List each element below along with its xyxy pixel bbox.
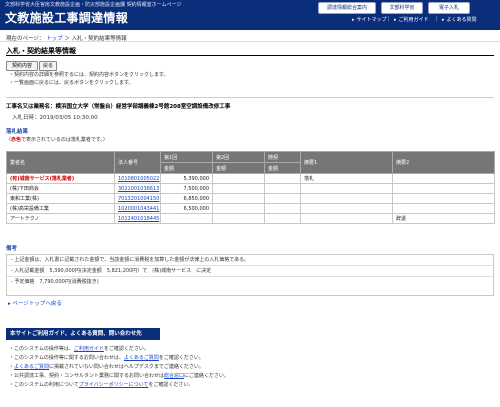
nav-separator: | (436, 16, 438, 22)
corp-number-link[interactable]: 3021001036613 (114, 183, 161, 194)
arrow-right-icon: ▸ (394, 17, 397, 23)
ministry-label: 文部科学省大臣官房文教施設企画・防災部施設企画課 契約情報室ホームページ (5, 2, 182, 8)
negotiated-amount (264, 213, 301, 224)
round2-amount (212, 193, 265, 204)
nav-sitemap[interactable]: ▸ サイトマップ (352, 16, 387, 23)
procurement-info-button[interactable]: 調達情報総合案内 (318, 2, 376, 14)
company-name: (株)下田商会 (6, 183, 115, 194)
arrow-right-icon: ▸ (352, 17, 355, 23)
table-row: 東和工業(株) 7013201004150 6,850,000 (6, 193, 495, 204)
footer-link[interactable]: プライバシーポリシーについて (79, 382, 149, 388)
col-header-company: 業者名 (6, 151, 115, 174)
company-name: (有)城南サービス(落札業者) (6, 173, 115, 184)
col-subheader-amount: 金額 (264, 162, 301, 174)
site-title[interactable]: 文教施設工事調達情報 (5, 9, 128, 26)
company-name: 東和工業(株) (6, 193, 115, 204)
arrow-right-icon: ▸ (442, 17, 445, 23)
contract-details-button[interactable]: 契約内容 (6, 61, 38, 71)
col-header-round2: 第2回 (212, 151, 265, 163)
project-name: 工事名又は業務名：横浜国立大学（常盤台）経営学部講義棟2号館208室空調設備改修… (6, 104, 231, 110)
remark2-cell (392, 203, 495, 214)
col-header-remark1: 摘要1 (300, 151, 393, 174)
table-row: (株)高栄設備工業 1020001043441 6,500,000 (6, 203, 495, 214)
footer-line: ・このシステムの利用についてプライバシーポリシーについてをご確認ください。 (9, 382, 194, 388)
table-row: アートテクノ 1012401018445 辞退 (6, 213, 495, 224)
col-header-negotiated: 随契 (264, 151, 301, 163)
round2-amount (212, 213, 265, 224)
footer-link[interactable]: 総合窓口 (164, 373, 184, 379)
remark2-cell: 辞退 (392, 213, 495, 224)
nav-separator: | (388, 16, 390, 22)
footer-line: ・公共調達工事、契約・コンサルタント業務に関するお問い合わせは総合窓口にご連絡く… (9, 373, 229, 379)
remark1-cell (300, 183, 393, 194)
negotiated-amount (264, 203, 301, 214)
round1-amount: 6,500,000 (160, 203, 213, 214)
round1-amount (160, 213, 213, 224)
instruction-text: ・一覧画面に戻るには、戻るボタンをクリックします。 (9, 80, 134, 86)
nav-faq[interactable]: ▸ よくある質問 (442, 16, 477, 23)
remark-line: - 入札記載金額 5,390,000円(決定金額 5,821,200円）で (株… (7, 266, 493, 277)
col-header-corp-number: 法人番号 (114, 151, 161, 174)
round2-amount (212, 183, 265, 194)
corp-number-link[interactable]: 1020001043441 (114, 203, 161, 214)
remark-line: - 上記金額は、入札書に記載された金額で、当該金額に消費税を加算した金額が法律上… (7, 255, 493, 266)
results-heading: 落札結果 (6, 129, 29, 135)
remark2-cell (392, 183, 495, 194)
bid-date: 入札日時：2019/03/05 10:30:00 (12, 115, 98, 121)
divider (6, 55, 494, 56)
remark2-cell (392, 173, 495, 184)
divider (6, 97, 494, 98)
nav-guide[interactable]: ▸ ご利用ガイド (394, 16, 429, 23)
col-subheader-amount: 金額 (212, 162, 265, 174)
site-header: 文部科学省大臣官房文教施設企画・防災部施設企画課 契約情報室ホームページ 文教施… (0, 0, 500, 30)
round2-amount (212, 173, 265, 184)
back-button[interactable]: 戻る (39, 61, 57, 71)
footer-link[interactable]: よくあるご質問 (124, 355, 159, 361)
remark1-cell: 落札 (300, 173, 393, 184)
footer-line: ・このシステムの操作等に関するお問い合わせは、よくあるご質問をご確認ください。 (9, 355, 204, 361)
remark2-cell (392, 193, 495, 204)
remarks-box: - 上記金額は、入札書に記載された金額で、当該金額に消費税を加算した金額が法律上… (6, 254, 494, 296)
mext-button[interactable]: 文部科学省 (381, 2, 423, 14)
company-name: アートテクノ (6, 213, 115, 224)
e-bidding-button[interactable]: 電子入札 (428, 2, 470, 14)
round1-amount: 6,850,000 (160, 193, 213, 204)
company-name: (株)高栄設備工業 (6, 203, 115, 214)
footer-link[interactable]: ご利用ガイド (74, 346, 104, 352)
page-top-link[interactable]: ▸ ページトップへ戻る (8, 299, 62, 307)
col-subheader-amount: 金額 (160, 162, 213, 174)
footer-line: ・よくあるご質問に掲載されていない問い合わせはヘルプデスクまでご連絡ください。 (9, 364, 204, 370)
footer-line: ・このシステムの操作等は、ご利用ガイドをご確認ください。 (9, 346, 149, 352)
divider (0, 41, 500, 42)
col-header-round1: 第1回 (160, 151, 213, 163)
remark1-cell (300, 193, 393, 204)
remarks-heading: 備考 (6, 246, 18, 252)
negotiated-amount (264, 193, 301, 204)
table-row: (株)下田商会 3021001036613 7,500,000 (6, 183, 495, 194)
remark1-cell (300, 203, 393, 214)
round1-amount: 5,390,000 (160, 173, 213, 184)
round2-amount (212, 203, 265, 214)
table-row: (有)城南サービス(落札業者) 1010801005022 5,390,000 落札 (6, 173, 495, 184)
footer-link[interactable]: よくあるご質問 (14, 364, 49, 370)
instruction-text: ・契約内容の詳細を参照するには、契約内容ボタンをクリックします。 (9, 72, 169, 78)
remark1-cell (300, 213, 393, 224)
negotiated-amount (264, 183, 301, 194)
corp-number-link[interactable]: 7013201004150 (114, 193, 161, 204)
remark-line: - 予定価格 7,790,000円(消費税抜き) (11, 279, 99, 285)
corp-number-link[interactable]: 1010801005022 (114, 173, 161, 184)
corp-number-link[interactable]: 1012401018445 (114, 213, 161, 224)
footer-heading: 本サイトご利用ガイド、よくある質問、問い合わせ先 (6, 328, 160, 340)
results-note: （赤色で表示されているのは落札業者です。） (6, 137, 108, 143)
round1-amount: 7,500,000 (160, 183, 213, 194)
negotiated-amount (264, 173, 301, 184)
results-table: 業者名 法人番号 第1回 第2回 随契 摘要1 摘要2 金額 金額 金額 (有)… (6, 151, 495, 224)
col-header-remark2: 摘要2 (392, 151, 495, 174)
